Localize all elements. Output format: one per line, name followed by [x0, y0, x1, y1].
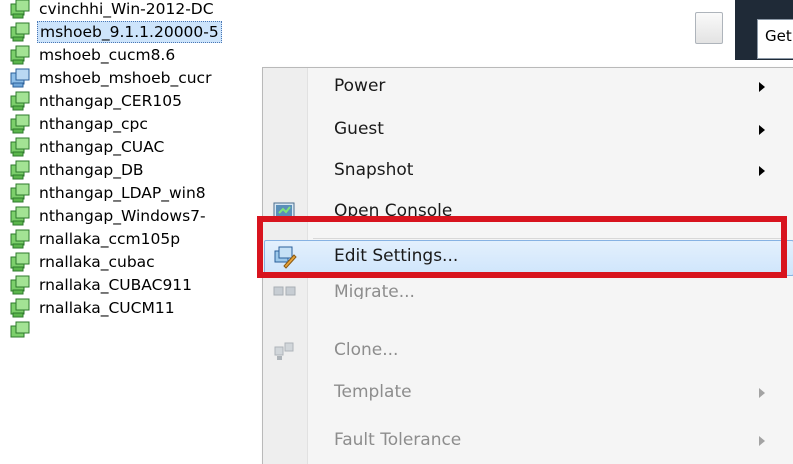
menu-item-label: Fault Tolerance: [334, 430, 462, 450]
virtual-machine-icon: [10, 21, 32, 43]
vm-name: nthangap_Windows7-: [39, 207, 206, 225]
menu-item-label: Power: [334, 76, 386, 96]
vm-name: rnallaka_ccm105p: [39, 230, 181, 248]
vm-list-item[interactable]: mshoeb_cucm8.6: [10, 44, 177, 66]
virtual-machine-icon: [10, 297, 32, 319]
getting-started-tab[interactable]: Get: [757, 19, 793, 59]
virtual-machine-icon: [10, 228, 32, 250]
clone-icon: [273, 339, 297, 363]
vm-name: cvinchhi_Win-2012-DC: [39, 0, 214, 18]
menu-item-guest[interactable]: Guest: [263, 112, 793, 148]
menu-item-fault-tolerance[interactable]: Fault Tolerance: [263, 423, 793, 459]
vm-list-item[interactable]: rnallaka_CUCM11: [10, 297, 177, 319]
virtual-machine-icon: [10, 44, 32, 66]
vm-name: mshoeb_9.1.1.20000-5: [37, 21, 222, 43]
submenu-arrow-icon: [759, 82, 765, 92]
vm-name: nthangap_cpc: [39, 115, 148, 133]
highlight-annotation-box: [257, 216, 787, 278]
vm-inventory-list: cvinchhi_Win-2012-DC mshoeb_9.1.1.20000-…: [0, 0, 290, 463]
vm-name: mshoeb_mshoeb_cucr: [39, 69, 212, 87]
menu-item-label: Clone...: [334, 340, 399, 360]
vm-list-item[interactable]: nthangap_Windows7-: [10, 205, 208, 227]
vm-list-item[interactable]: nthangap_CUAC: [10, 136, 166, 158]
migrate-icon: [273, 281, 297, 299]
virtual-machine-icon: [10, 274, 32, 296]
virtual-machine-icon: [10, 90, 32, 112]
virtual-machine-icon: [10, 0, 32, 20]
vm-list-item[interactable]: cvinchhi_Win-2012-DC: [10, 0, 216, 20]
vm-list-item[interactable]: rnallaka_CUBAC911: [10, 274, 194, 296]
virtual-machine-icon: [10, 67, 32, 89]
vm-list-item[interactable]: rnallaka_ccm105p: [10, 228, 182, 250]
menu-item-label: Template: [334, 382, 412, 402]
virtual-machine-icon: [10, 251, 32, 273]
menu-item-template[interactable]: Template: [263, 375, 793, 411]
vm-name: nthangap_DB: [39, 161, 144, 179]
vm-list-item[interactable]: nthangap_DB: [10, 159, 146, 181]
menu-item-label: Snapshot: [334, 160, 414, 180]
menu-item-migrate[interactable]: Migrate...: [263, 275, 793, 299]
submenu-arrow-icon: [759, 125, 765, 135]
vm-list-item[interactable]: nthangap_CER105: [10, 90, 184, 112]
vm-list-item-selected[interactable]: mshoeb_9.1.1.20000-5: [10, 21, 222, 43]
vm-name: rnallaka_CUBAC911: [39, 276, 193, 294]
tab-label: Get: [765, 27, 792, 45]
vm-list-item-partial[interactable]: [10, 320, 32, 342]
virtual-machine-icon: [10, 136, 32, 158]
vm-list-item[interactable]: nthangap_cpc: [10, 113, 150, 135]
menu-item-clone[interactable]: Clone...: [263, 333, 793, 369]
vm-name: rnallaka_cubac: [39, 253, 155, 271]
virtual-machine-icon: [10, 320, 32, 342]
vm-name: nthangap_CER105: [39, 92, 182, 110]
vm-list-item[interactable]: mshoeb_mshoeb_cucr: [10, 67, 213, 89]
submenu-arrow-icon: [759, 436, 765, 446]
vm-name: mshoeb_cucm8.6: [39, 46, 176, 64]
submenu-arrow-icon: [759, 388, 765, 398]
vm-name: nthangap_LDAP_win8: [39, 184, 206, 202]
menu-item-snapshot[interactable]: Snapshot: [263, 153, 793, 189]
vm-name: rnallaka_CUCM11: [39, 299, 175, 317]
menu-item-label: Guest: [334, 119, 384, 139]
virtual-machine-icon: [10, 159, 32, 181]
menu-item-label: Migrate...: [334, 282, 415, 299]
virtual-machine-icon: [10, 113, 32, 135]
scrollbar-thumb[interactable]: [695, 12, 723, 44]
submenu-arrow-icon: [759, 166, 765, 176]
virtual-machine-icon: [10, 205, 32, 227]
virtual-machine-icon: [10, 182, 32, 204]
vm-name: nthangap_CUAC: [39, 138, 165, 156]
vm-list-item[interactable]: rnallaka_cubac: [10, 251, 157, 273]
menu-item-power[interactable]: Power: [263, 69, 793, 105]
vm-list-item[interactable]: nthangap_LDAP_win8: [10, 182, 208, 204]
